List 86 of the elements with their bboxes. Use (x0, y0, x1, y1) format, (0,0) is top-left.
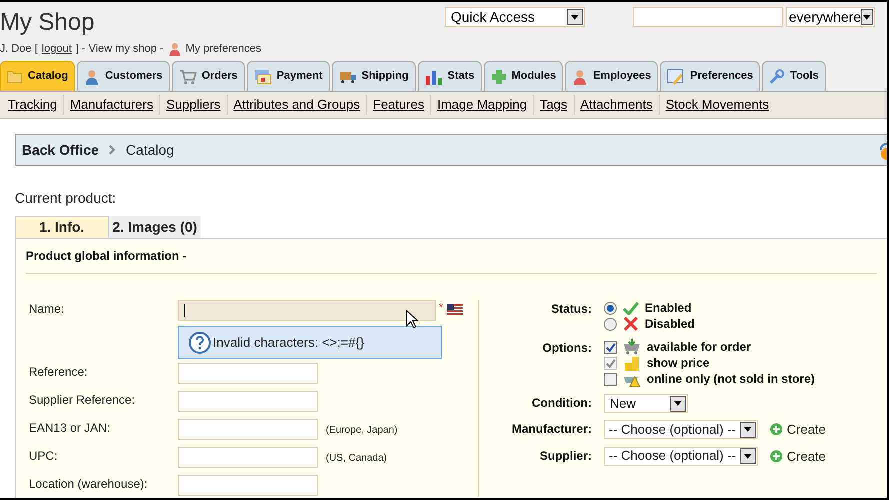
preferences-link[interactable]: My preferences (186, 40, 262, 58)
bar-chart-icon (424, 68, 443, 84)
sub-nav-link[interactable]: Tracking (2, 95, 64, 115)
status-label: Enabled (645, 300, 692, 317)
main-tab[interactable]: Preferences (660, 61, 760, 91)
text-input[interactable] (178, 447, 318, 468)
search-scope-select[interactable]: everywhere (786, 7, 875, 27)
main-tab[interactable]: Tools (762, 61, 826, 91)
main-tab[interactable]: Orders (172, 61, 245, 91)
cart-icon (623, 339, 641, 355)
shop-title: My Shop (0, 8, 96, 35)
cart-icon (178, 68, 197, 84)
folder-icon (7, 70, 23, 84)
field-label: Name: (28, 301, 66, 318)
section-title: Product global information - (26, 239, 877, 274)
required-mark: * (439, 301, 444, 316)
sub-nav-link[interactable]: Tags (533, 95, 574, 115)
sub-nav-link[interactable]: Image Mapping (430, 95, 534, 115)
field-label: Status: (550, 301, 593, 318)
tooltip-text: Invalid characters: <>;=#{} (213, 334, 364, 352)
sub-nav-link[interactable]: Stock Movements (658, 95, 776, 115)
breadcrumb-link[interactable]: Back Office (22, 140, 100, 160)
radio-button[interactable] (604, 318, 617, 330)
create-link[interactable]: Create (770, 420, 826, 440)
text-input[interactable] (178, 391, 318, 412)
check-icon (623, 301, 639, 315)
text-input[interactable] (178, 419, 318, 440)
sub-nav-link[interactable]: Attachments (574, 95, 659, 115)
sub-nav-link[interactable]: Suppliers (159, 95, 227, 115)
text-input[interactable] (178, 363, 318, 384)
quick-access-select[interactable]: Quick Access (445, 7, 585, 27)
name-input[interactable] (178, 300, 436, 321)
breadcrumb-current: Catalog (126, 140, 174, 160)
truck-icon (338, 70, 357, 84)
person-icon (168, 42, 182, 56)
help-icon (189, 332, 211, 354)
cursor-icon (406, 310, 418, 329)
condition-select[interactable]: New (604, 394, 688, 413)
chevron-icon (109, 145, 116, 155)
main-tab[interactable]: Employees (565, 61, 658, 91)
main-tab[interactable]: Stats (418, 61, 482, 91)
checkbox[interactable] (604, 372, 617, 386)
checkbox[interactable] (604, 340, 617, 354)
main-tab[interactable]: Catalog (0, 61, 76, 91)
flag-icon[interactable] (447, 304, 464, 315)
sub-nav-link[interactable]: Attributes and Groups (226, 95, 366, 115)
text-input[interactable] (178, 475, 318, 496)
sub-nav-link[interactable]: Manufacturers (63, 95, 160, 115)
option-label: online only (not sold in store) (647, 371, 815, 388)
radio-button[interactable] (604, 302, 617, 314)
main-tab[interactable]: Payment (246, 61, 330, 91)
dropdown-select[interactable]: -- Choose (optional) -- (604, 420, 758, 439)
plus-icon (770, 423, 783, 436)
cards-icon (254, 68, 272, 84)
status-label: Disabled (645, 316, 696, 333)
main-tab[interactable]: Modules (484, 61, 564, 91)
field-label: Reference: (28, 364, 89, 381)
option-label: show price (647, 355, 710, 372)
field-label: Supplier Reference: (28, 392, 136, 409)
logout-link[interactable]: logout (42, 40, 72, 58)
create-link[interactable]: Create (770, 446, 826, 466)
product-tab[interactable]: 2. Images (0) (109, 216, 201, 238)
field-label: Manufacturer: (510, 421, 593, 438)
plus-icon (770, 450, 783, 463)
option-label: available for order (647, 339, 752, 356)
search-field[interactable] (633, 7, 783, 27)
field-label: Supplier: (538, 448, 593, 464)
main-tab[interactable]: Shipping (332, 61, 416, 91)
current-product-heading: Current product: (15, 189, 118, 208)
field-label: Condition: (531, 395, 593, 412)
field-label: Options: (542, 340, 593, 357)
user-name: J. Doe [ (0, 42, 38, 57)
field-label: UPC: (28, 448, 59, 465)
sub-nav-link[interactable]: Features (366, 95, 430, 115)
field-note: (Europe, Japan) (326, 424, 398, 438)
pencil-window-icon (667, 68, 686, 84)
field-label: EAN13 or JAN: (28, 420, 112, 437)
person-icon (572, 68, 588, 84)
dropdown-select[interactable]: -- Choose (optional) -- (604, 446, 758, 466)
field-label: Location (warehouse): (28, 476, 149, 493)
person-icon (84, 68, 100, 84)
view-shop-link[interactable]: ] - View my shop - (76, 40, 164, 58)
product-tab[interactable]: 1. Info. (15, 216, 109, 238)
field-note: (US, Canada) (326, 452, 388, 466)
cross-icon (623, 317, 639, 331)
main-tab[interactable]: Customers (77, 61, 170, 91)
